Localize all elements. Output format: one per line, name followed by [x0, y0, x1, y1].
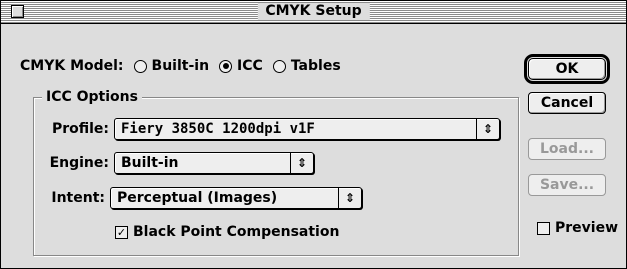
intent-label: Intent: [51, 190, 105, 206]
close-box-icon[interactable] [11, 5, 24, 18]
radio-tables-label: Tables [290, 58, 341, 74]
ok-button[interactable]: OK [524, 54, 610, 84]
radio-icc-label: ICC [237, 58, 263, 74]
radio-button-icon[interactable] [133, 59, 147, 73]
icc-options-legend: ICC Options [42, 88, 142, 106]
preview-label: Preview [555, 220, 619, 236]
radio-button-selected-icon[interactable] [219, 59, 233, 73]
load-button[interactable]: Load... [528, 138, 606, 160]
title-bar[interactable]: CMYK Setup [1, 1, 626, 24]
window-title: CMYK Setup [257, 3, 370, 20]
profile-value: Fiery 3850C 1200dpi v1F [121, 121, 315, 137]
updown-arrows-icon: ⇕ [338, 188, 361, 208]
checkbox-unchecked-icon[interactable] [537, 221, 550, 235]
radio-icc[interactable]: ICC [219, 58, 263, 74]
cmyk-setup-dialog: CMYK Setup CMYK Model: Built-in ICC Tabl… [0, 0, 627, 269]
profile-label: Profile: [51, 121, 109, 137]
cancel-button[interactable]: Cancel [528, 92, 606, 114]
profile-popup[interactable]: Fiery 3850C 1200dpi v1F ⇕ [114, 118, 500, 140]
radio-built-in[interactable]: Built-in [133, 58, 210, 74]
intent-value: Perceptual (Images) [117, 190, 278, 206]
black-point-compensation-row[interactable]: ✓ Black Point Compensation [115, 223, 339, 241]
cmyk-model-label: CMYK Model: [20, 58, 124, 74]
save-button[interactable]: Save... [528, 174, 606, 196]
updown-arrows-icon: ⇕ [476, 119, 499, 139]
radio-built-in-label: Built-in [151, 58, 210, 74]
cmyk-model-row: CMYK Model: Built-in ICC Tables [20, 57, 341, 75]
radio-button-icon[interactable] [272, 59, 286, 73]
engine-label: Engine: [49, 155, 109, 171]
checkbox-checked-icon[interactable]: ✓ [115, 225, 128, 239]
preview-row[interactable]: Preview [537, 219, 618, 237]
radio-tables[interactable]: Tables [272, 58, 341, 74]
updown-arrows-icon: ⇕ [290, 153, 313, 173]
engine-popup[interactable]: Built-in ⇕ [114, 152, 314, 174]
intent-popup[interactable]: Perceptual (Images) ⇕ [110, 187, 362, 209]
engine-value: Built-in [121, 155, 179, 171]
black-point-compensation-label: Black Point Compensation [133, 224, 340, 240]
